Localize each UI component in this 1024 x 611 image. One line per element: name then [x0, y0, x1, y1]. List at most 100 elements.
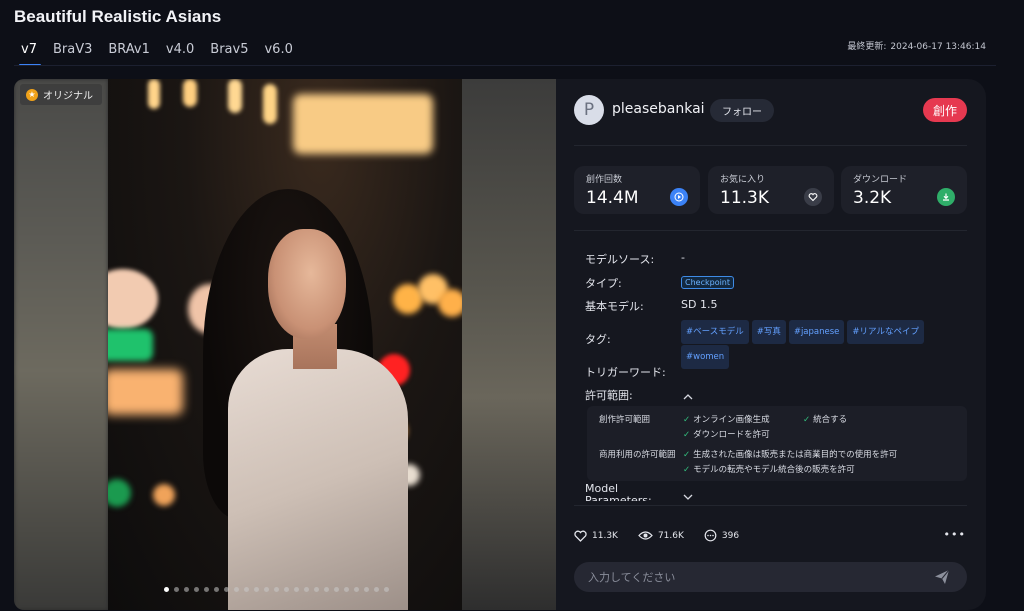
gallery-dot[interactable] [284, 587, 289, 592]
tag-chip[interactable]: #women [681, 345, 730, 369]
bokeh-light [108, 269, 158, 329]
scrollbar[interactable] [1014, 0, 1024, 611]
gallery-dot[interactable] [184, 587, 189, 592]
permission-item: ✓ 統合する [803, 415, 848, 425]
model-parameters-label: Model Parameters: [585, 483, 652, 501]
tab-brav1[interactable]: BRAv1 [101, 40, 159, 66]
tab-brav5[interactable]: Brav5 [203, 40, 257, 66]
gallery-dot[interactable] [164, 587, 169, 592]
permission-item: ✓ ダウンロードを許可 [683, 430, 770, 440]
eye-icon [638, 531, 653, 540]
tag-chip[interactable]: #japanese [788, 320, 845, 344]
avatar[interactable]: P [574, 95, 604, 125]
blurred-background-right [462, 79, 556, 610]
likes-count[interactable]: 11.3K [574, 530, 618, 542]
tags-label: タグ: [585, 333, 611, 346]
bokeh-light [148, 79, 160, 109]
more-options-icon[interactable]: ••• [944, 528, 966, 541]
play-icon[interactable] [670, 188, 688, 206]
original-badge: ★ オリジナル [20, 84, 102, 105]
send-icon[interactable] [934, 569, 950, 589]
tab-v6[interactable]: v6.0 [257, 40, 301, 66]
last-updated-label: 最終更新: [847, 42, 887, 52]
follow-button[interactable]: フォロー [710, 99, 774, 122]
gallery-dot[interactable] [364, 587, 369, 592]
version-tabs: v7 BraV3 BRAv1 v4.0 Brav5 v6.0 [14, 40, 302, 66]
tag-chip[interactable]: #写真 [751, 320, 786, 344]
gallery-dot[interactable] [214, 587, 219, 592]
tab-v7[interactable]: v7 [14, 40, 46, 66]
original-badge-label: オリジナル [43, 91, 93, 102]
bokeh-light [438, 289, 462, 317]
base-model-value: SD 1.5 [681, 298, 718, 311]
tag-chip[interactable]: #リアルなペイプ [847, 320, 924, 344]
gallery-dot[interactable] [354, 587, 359, 592]
views-value: 71.6K [657, 530, 684, 541]
likes-value: 11.3K [592, 530, 618, 541]
download-icon[interactable] [937, 188, 955, 206]
stat-value: 11.3K [720, 188, 769, 208]
gallery-dot[interactable] [334, 587, 339, 592]
author-name[interactable]: pleasebankai [612, 101, 705, 117]
comment-input[interactable] [574, 562, 967, 592]
bokeh-light [183, 79, 197, 107]
last-updated-value: 2024-06-17 13:46:14 [890, 42, 986, 52]
gallery-dot[interactable] [194, 587, 199, 592]
blurred-background-left [14, 79, 108, 610]
gallery-dot[interactable] [384, 587, 389, 592]
subject-shirt [228, 349, 408, 610]
stat-label: ダウンロード [853, 175, 908, 185]
check-icon: ✓ [683, 465, 691, 475]
gallery-dot[interactable] [234, 587, 239, 592]
check-icon: ✓ [683, 415, 691, 425]
bokeh-light [108, 479, 131, 507]
tag-list: #ベースモデル #写真 #japanese #リアルなペイプ #women [681, 319, 966, 369]
check-icon: ✓ [683, 430, 691, 440]
creation-permission-label: 創作許可範囲 [599, 415, 651, 425]
stat-downloads: ダウンロード 3.2K [841, 166, 967, 214]
gallery-dot[interactable] [264, 587, 269, 592]
gallery-dot[interactable] [224, 587, 229, 592]
gallery-dot[interactable] [274, 587, 279, 592]
permission-item: ✓ オンライン画像生成 [683, 415, 770, 425]
image-gallery[interactable]: ★ オリジナル [14, 79, 556, 610]
base-model-label: 基本モデル: [585, 300, 644, 313]
tab-v4[interactable]: v4.0 [159, 40, 203, 66]
gallery-dot[interactable] [304, 587, 309, 592]
bokeh-light [293, 94, 433, 154]
chevron-up-icon[interactable] [682, 387, 694, 406]
star-icon: ★ [26, 88, 38, 101]
trigger-word-label: トリガーワード: [585, 366, 666, 379]
permission-panel: 創作許可範囲 ✓ オンライン画像生成 ✓ 統合する ✓ ダウンロードを許可 商用利用の… [587, 406, 967, 481]
heart-icon [574, 530, 587, 542]
gallery-dot[interactable] [294, 587, 299, 592]
gallery-pagination [164, 587, 389, 592]
divider [574, 145, 967, 146]
create-button[interactable]: 創作 [923, 98, 967, 122]
gallery-dot[interactable] [174, 587, 179, 592]
tag-chip[interactable]: #ベースモデル [681, 320, 749, 344]
stat-creations: 創作回数 14.4M [574, 166, 700, 214]
bokeh-light [108, 329, 153, 361]
model-info-panel: P pleasebankai フォロー 創作 創作回数 14.4M お気に入り … [556, 79, 986, 610]
gallery-dot[interactable] [244, 587, 249, 592]
comments-count[interactable]: 396 [704, 529, 739, 542]
type-label: タイプ: [585, 277, 622, 290]
tab-brav3[interactable]: BraV3 [46, 40, 101, 66]
gallery-dot[interactable] [344, 587, 349, 592]
bokeh-light [263, 84, 277, 124]
gallery-dot[interactable] [314, 587, 319, 592]
comments-value: 396 [721, 530, 740, 541]
stat-value: 3.2K [853, 188, 892, 208]
preview-image[interactable] [108, 79, 462, 610]
gallery-dot[interactable] [324, 587, 329, 592]
stat-favorites: お気に入り 11.3K [708, 166, 834, 214]
gallery-dot[interactable] [374, 587, 379, 592]
check-icon: ✓ [683, 450, 691, 460]
chevron-down-icon[interactable] [682, 487, 694, 506]
page-title: Beautiful Realistic Asians [14, 7, 222, 26]
gallery-dot[interactable] [204, 587, 209, 592]
gallery-dot[interactable] [254, 587, 259, 592]
heart-icon[interactable] [804, 188, 822, 206]
bokeh-light [228, 79, 242, 113]
